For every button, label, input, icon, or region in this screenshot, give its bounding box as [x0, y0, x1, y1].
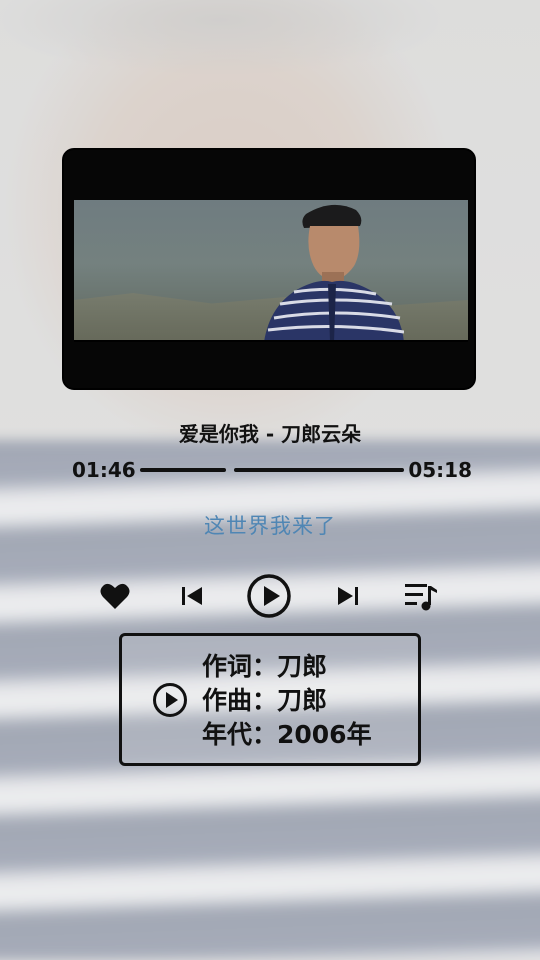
- video-card[interactable]: [62, 148, 476, 390]
- year-line: 年代：2006年: [202, 720, 372, 749]
- composer-line: 作曲：刀郎: [202, 686, 328, 715]
- heart-icon: [100, 583, 130, 609]
- play-circle-icon[interactable]: [152, 682, 188, 718]
- playlist-button[interactable]: [401, 570, 441, 622]
- next-icon: [338, 587, 358, 605]
- progress-remaining: [233, 468, 404, 472]
- play-button[interactable]: [245, 570, 293, 622]
- lyricist-line: 作词：刀郎: [202, 652, 328, 681]
- song-info-lines: 作词：刀郎 作曲：刀郎 年代：2006年: [202, 650, 372, 752]
- singer-image: [264, 204, 404, 342]
- previous-icon: [182, 587, 202, 605]
- progress-track[interactable]: [140, 468, 404, 472]
- like-button[interactable]: [95, 570, 135, 622]
- song-info-box: 作词：刀郎 作曲：刀郎 年代：2006年: [119, 633, 421, 766]
- total-time: 05:18: [408, 458, 472, 482]
- next-button[interactable]: [331, 570, 365, 622]
- current-lyric: 这世界我来了: [204, 514, 336, 538]
- previous-button[interactable]: [175, 570, 209, 622]
- playlist-icon: [405, 584, 437, 611]
- song-title: 爱是你我 - 刀郎云朵: [178, 422, 362, 446]
- progress-played: [140, 468, 226, 472]
- progress-bar[interactable]: 01:46 05:18: [72, 454, 472, 484]
- current-time: 01:46: [72, 458, 136, 482]
- play-icon: [247, 574, 291, 618]
- playback-controls: [95, 570, 445, 622]
- music-video-frame[interactable]: [74, 200, 468, 342]
